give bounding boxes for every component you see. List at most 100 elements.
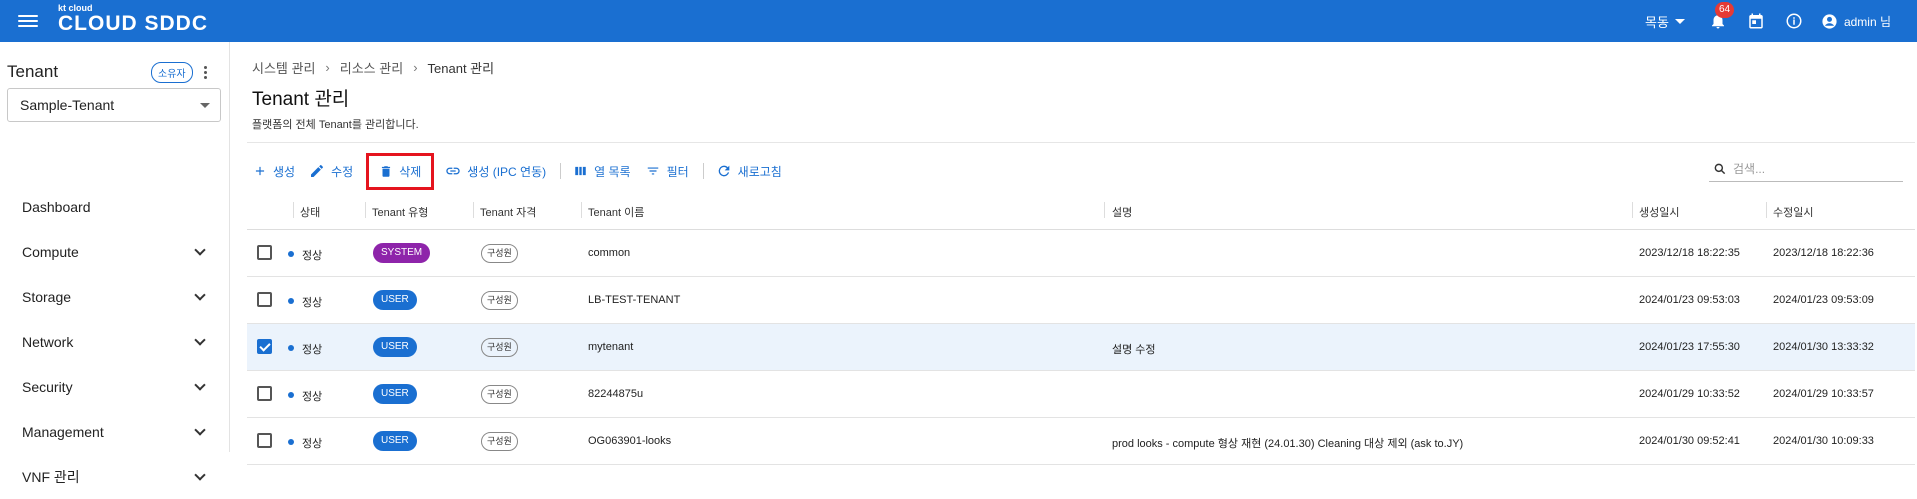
divider xyxy=(247,142,1915,143)
column-header-created[interactable]: 생성일시 xyxy=(1639,204,1679,220)
tenant-name: LB-TEST-TENANT xyxy=(588,294,681,306)
top-bar: kt cloud CLOUD SDDC 목동 64 admin 님 xyxy=(0,0,1917,42)
column-header-name[interactable]: Tenant 이름 xyxy=(588,204,644,220)
tenant-select-value: Sample-Tenant xyxy=(20,97,115,113)
created-at: 2024/01/29 10:33:52 xyxy=(1639,388,1740,400)
row-checkbox[interactable] xyxy=(257,245,272,260)
sidebar-item-label: Dashboard xyxy=(22,198,91,215)
created-at: 2024/01/30 09:52:41 xyxy=(1639,435,1740,447)
table-header: 상태 Tenant 유형 Tenant 자격 Tenant 이름 설명 생성일시… xyxy=(247,190,1915,230)
tenant-select[interactable]: Sample-Tenant xyxy=(7,88,221,122)
region-label: 목동 xyxy=(1645,14,1669,30)
column-divider xyxy=(293,202,294,218)
column-divider xyxy=(365,202,366,218)
columns-button[interactable]: 열 목록 xyxy=(573,163,631,180)
row-checkbox[interactable] xyxy=(257,433,272,448)
filter-label: 필터 xyxy=(666,164,689,179)
sidebar-item-storage[interactable]: Storage xyxy=(0,274,230,319)
column-divider xyxy=(1632,202,1633,218)
account-icon xyxy=(1822,13,1837,29)
delete-button[interactable]: 삭제 xyxy=(366,152,435,190)
row-checkbox-checked[interactable] xyxy=(257,339,272,354)
table-row[interactable]: 정상 USER 구성원 OG063901-looks prod looks - … xyxy=(247,418,1915,465)
type-badge: USER xyxy=(373,431,417,451)
role-chip: 구성원 xyxy=(481,244,518,263)
refresh-icon xyxy=(718,165,730,177)
role-chip: 구성원 xyxy=(481,291,518,310)
sidebar-item-vnf[interactable]: VNF 관리 xyxy=(0,454,230,499)
table-row[interactable]: 정상 USER 구성원 82244875u 2024/01/29 10:33:5… xyxy=(247,371,1915,418)
trash-icon xyxy=(382,165,391,177)
create-ipc-label: 생성 (IPC 연동) xyxy=(467,164,547,179)
column-divider xyxy=(581,202,582,218)
breadcrumb-item[interactable]: 시스템 관리 xyxy=(252,58,315,77)
role-chip: 구성원 xyxy=(481,432,518,451)
refresh-label: 새로고침 xyxy=(737,164,782,179)
edit-button[interactable]: 수정 xyxy=(309,163,353,180)
create-ipc-button[interactable]: 생성 (IPC 연동) xyxy=(445,163,546,180)
sidebar-item-network[interactable]: Network xyxy=(0,319,230,364)
filter-button[interactable]: 필터 xyxy=(645,163,689,180)
info-icon[interactable] xyxy=(1783,10,1805,32)
sidebar-item-label: VNF 관리 xyxy=(22,468,80,485)
logo-main-text: CLOUD SDDC xyxy=(58,12,208,35)
column-header-description[interactable]: 설명 xyxy=(1112,204,1132,220)
sidebar: Tenant 소유자 Sample-Tenant Dashboard Compu… xyxy=(0,42,230,485)
tenant-name: 82244875u xyxy=(588,388,644,400)
table-row[interactable]: 정상 USER 구성원 LB-TEST-TENANT 2024/01/23 09… xyxy=(247,277,1915,324)
created-at: 2024/01/23 09:53:03 xyxy=(1639,294,1740,306)
chevron-down-icon xyxy=(194,333,206,346)
menu-icon[interactable] xyxy=(18,12,38,30)
table-row[interactable]: 정상 SYSTEM 구성원 common 2023/12/18 18:22:35… xyxy=(247,230,1915,277)
column-header-status[interactable]: 상태 xyxy=(300,204,320,220)
plus-icon xyxy=(255,166,265,176)
table-row-selected[interactable]: 정상 USER 구성원 mytenant 설명 수정 2024/01/23 17… xyxy=(247,324,1915,371)
sidebar-item-compute[interactable]: Compute xyxy=(0,229,230,274)
more-vert-icon[interactable] xyxy=(204,64,208,81)
created-at: 2024/01/23 17:55:30 xyxy=(1639,341,1740,353)
tenant-description: 설명 수정 xyxy=(1112,344,1156,356)
sidebar-item-label: Security xyxy=(22,378,73,395)
chevron-down-icon xyxy=(194,288,206,301)
tenant-title: Tenant xyxy=(7,62,59,81)
breadcrumb-item[interactable]: 리소스 관리 xyxy=(340,58,403,77)
sidebar-item-management[interactable]: Management xyxy=(0,409,230,454)
region-select[interactable]: 목동 xyxy=(1645,12,1685,31)
type-badge: USER xyxy=(373,384,417,404)
breadcrumb: 시스템 관리 › 리소스 관리 › Tenant 관리 xyxy=(252,58,494,77)
notification-badge: 64 xyxy=(1714,2,1735,18)
create-button[interactable]: 생성 xyxy=(253,163,295,180)
sidebar-item-dashboard[interactable]: Dashboard xyxy=(0,184,230,229)
row-checkbox[interactable] xyxy=(257,292,272,307)
column-header-type[interactable]: Tenant 유형 xyxy=(372,204,428,220)
column-header-role[interactable]: Tenant 자격 xyxy=(480,204,536,220)
sidebar-item-label: Network xyxy=(22,333,74,350)
search-input[interactable]: 검색... xyxy=(1709,156,1903,182)
row-checkbox[interactable] xyxy=(257,386,272,401)
status-dot-icon xyxy=(288,251,294,257)
notification-bell-icon[interactable]: 64 xyxy=(1707,2,1735,32)
view-column-icon xyxy=(575,166,586,176)
page-description: 플랫폼의 전체 Tenant를 관리합니다. xyxy=(252,119,419,131)
sidebar-item-label: Management xyxy=(22,423,104,440)
chevron-down-icon xyxy=(1674,18,1685,24)
sidebar-item-label: Compute xyxy=(22,243,79,260)
calendar-icon[interactable] xyxy=(1745,10,1767,32)
status-text: 정상 xyxy=(302,438,323,450)
owner-chip: 소유자 xyxy=(151,62,193,83)
column-header-modified[interactable]: 수정일시 xyxy=(1773,204,1813,220)
breadcrumb-current: Tenant 관리 xyxy=(427,61,495,76)
logo[interactable]: kt cloud CLOUD SDDC xyxy=(58,3,208,35)
tenant-name: OG063901-looks xyxy=(588,435,672,447)
search-placeholder: 검색... xyxy=(1733,162,1766,176)
tenant-description: prod looks - compute 형상 재현 (24.01.30) Cl… xyxy=(1112,438,1464,450)
column-divider xyxy=(1766,202,1767,218)
modified-at: 2024/01/23 09:53:09 xyxy=(1773,294,1874,306)
type-badge: SYSTEM xyxy=(373,243,431,263)
modified-at: 2024/01/29 10:33:57 xyxy=(1773,388,1874,400)
user-menu[interactable]: admin 님 xyxy=(1821,13,1891,30)
modified-at: 2024/01/30 13:33:32 xyxy=(1773,341,1874,353)
type-badge: USER xyxy=(373,290,417,310)
refresh-button[interactable]: 새로고침 xyxy=(716,163,782,180)
sidebar-item-security[interactable]: Security xyxy=(0,364,230,409)
